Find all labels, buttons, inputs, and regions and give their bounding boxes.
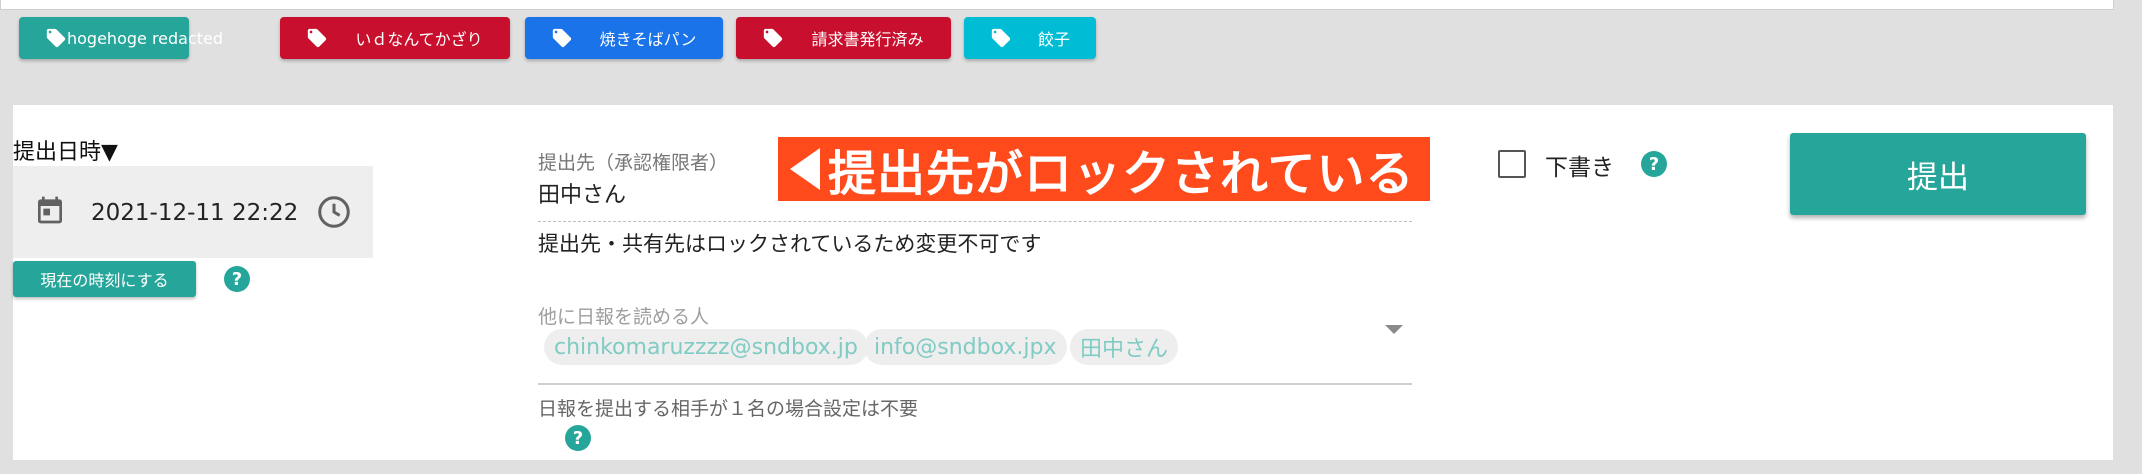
lock-banner-text: 提出先がロックされている — [828, 146, 1415, 202]
tag-gyoza[interactable]: 餃子 — [964, 17, 1096, 59]
readers-hint: 日報を提出する相手が１名の場合設定は不要 — [538, 398, 919, 420]
tag-id[interactable]: いｄなんてかざり — [280, 17, 510, 59]
help-icon[interactable]: ? — [565, 425, 591, 451]
datetime-label[interactable]: 提出日時▼ — [13, 134, 118, 166]
reader-chip: chinkomaruzzzz@sndbox.jp — [544, 329, 868, 365]
destination-value: 田中さん — [538, 183, 627, 208]
tag-label: 請求書発行済み — [811, 30, 924, 49]
set-now-button[interactable]: 現在の時刻にする — [13, 261, 196, 297]
reader-chip: info@sndbox.jpx — [864, 329, 1067, 365]
chevron-down-icon[interactable] — [1385, 325, 1403, 334]
tag-yakisoba[interactable]: 焼きそばパン — [525, 17, 723, 59]
draft-label[interactable]: 下書き — [1545, 148, 1614, 182]
divider — [538, 221, 1412, 222]
reader-chip: 田中さん — [1070, 329, 1179, 365]
tag-label: 餃子 — [1037, 30, 1070, 49]
draft-checkbox[interactable] — [1498, 150, 1526, 178]
tag-hogehoge[interactable]: hogehoge redacted — [19, 17, 224, 59]
clock-icon[interactable] — [316, 194, 352, 230]
top-input-edge — [0, 0, 2114, 10]
left-arrow-icon — [790, 148, 820, 190]
tag-invoice[interactable]: 請求書発行済み — [736, 17, 951, 59]
datetime-value: 2021-12-11 22:22 — [91, 200, 299, 226]
tag-label: hogehoge redacted — [67, 28, 224, 48]
lock-note: 提出先・共有先はロックされているため変更不可です — [538, 232, 1042, 256]
calendar-icon[interactable] — [34, 193, 66, 227]
submit-button[interactable]: 提出 — [1790, 133, 2086, 215]
destination-label: 提出先（承認権限者） — [538, 152, 729, 174]
help-icon[interactable]: ? — [1641, 151, 1667, 177]
help-icon[interactable]: ? — [224, 266, 250, 292]
lock-annotation-banner: 提出先がロックされている — [778, 137, 1430, 202]
readers-underline — [538, 383, 1412, 385]
tag-label: いｄなんてかざり — [355, 30, 483, 49]
tag-label: 焼きそばパン — [599, 30, 697, 49]
readers-label: 他に日報を読める人 — [538, 306, 710, 328]
